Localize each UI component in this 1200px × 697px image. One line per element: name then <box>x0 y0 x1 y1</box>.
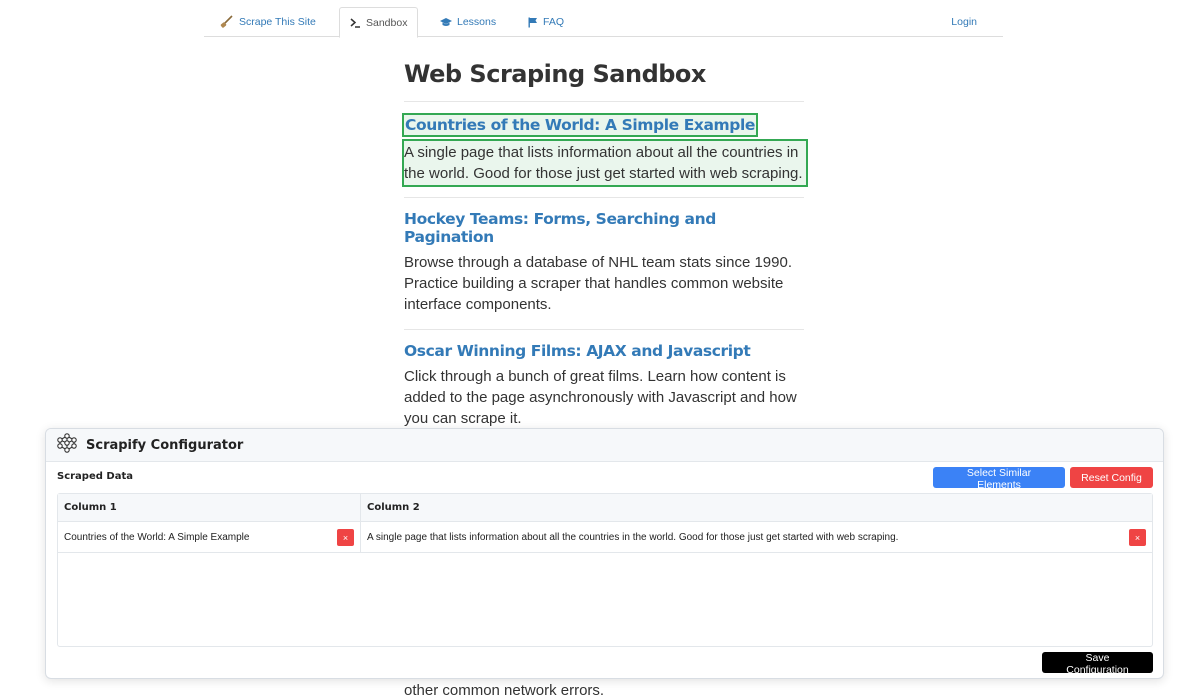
configurator-panel: Scrapify Configurator Scraped Data Selec… <box>45 428 1164 679</box>
table-header-row: Column 1 Column 2 <box>58 494 1152 522</box>
configurator-title: Scrapify Configurator <box>86 437 244 453</box>
sandbox-item: Hockey Teams: Forms, Searching and Pagin… <box>404 210 804 315</box>
sandbox-item-description: Browse through a database of NHL team st… <box>404 254 793 313</box>
reset-config-button[interactable]: Reset Config <box>1070 467 1153 488</box>
divider <box>404 329 804 330</box>
sandbox-item-description: Click through a bunch of great films. Le… <box>404 368 797 427</box>
scraped-data-table: Column 1 Column 2 Countries of the World… <box>57 493 1153 647</box>
page-title: Web Scraping Sandbox <box>404 60 706 88</box>
sandbox-item-description: A single page that lists information abo… <box>402 139 808 187</box>
delete-cell-button[interactable]: × <box>337 529 354 546</box>
network-nodes-icon <box>55 432 79 458</box>
spatula-icon <box>220 15 234 29</box>
sandbox-item-title-link[interactable]: Oscar Winning Films: AJAX and Javascript <box>404 342 751 360</box>
tab-sandbox-label: Sandbox <box>366 16 408 29</box>
divider <box>404 101 804 102</box>
table-cell-text: A single page that lists information abo… <box>367 531 899 543</box>
terminal-icon <box>350 17 361 28</box>
delete-cell-button[interactable]: × <box>1129 529 1146 546</box>
tab-lessons-label: Lessons <box>457 16 497 28</box>
partial-description-text: other common network errors. <box>404 682 605 697</box>
sandbox-item-title-link[interactable]: Hockey Teams: Forms, Searching and Pagin… <box>404 210 804 246</box>
scraped-data-label: Scraped Data <box>57 471 133 482</box>
sandbox-item: Countries of the World: A Simple Example… <box>401 113 808 187</box>
nav-brand-link[interactable]: Scrape This Site <box>220 7 316 37</box>
table-cell: A single page that lists information abo… <box>361 522 1152 552</box>
configurator-header: Scrapify Configurator <box>46 429 1163 462</box>
nav-brand-label: Scrape This Site <box>239 16 316 28</box>
flag-icon <box>528 17 538 28</box>
login-link[interactable]: Login <box>951 7 977 37</box>
table-row: Countries of the World: A Simple Example… <box>58 522 1152 553</box>
graduation-cap-icon <box>440 17 452 27</box>
table-cell-text: Countries of the World: A Simple Example <box>64 531 250 543</box>
column-header: Column 2 <box>367 502 420 513</box>
tab-faq-label: FAQ <box>543 16 565 28</box>
sandbox-item: Oscar Winning Films: AJAX and Javascript… <box>404 342 804 429</box>
main-content: Web Scraping Sandbox Countries of the Wo… <box>401 55 808 429</box>
save-configuration-button[interactable]: Save Configuration <box>1042 652 1153 676</box>
divider <box>404 197 804 198</box>
column-header: Column 1 <box>58 494 361 521</box>
table-cell: Countries of the World: A Simple Example… <box>58 522 361 552</box>
tab-lessons[interactable]: Lessons <box>440 7 496 37</box>
tab-sandbox[interactable]: Sandbox <box>339 7 419 38</box>
select-similar-button[interactable]: Select Similar Elements <box>933 467 1065 491</box>
tab-faq[interactable]: FAQ <box>528 7 564 37</box>
top-nav: Scrape This Site Sandbox Lessons FAQ Log… <box>204 0 1003 38</box>
sandbox-item-title-link[interactable]: Countries of the World: A Simple Example <box>401 113 759 137</box>
